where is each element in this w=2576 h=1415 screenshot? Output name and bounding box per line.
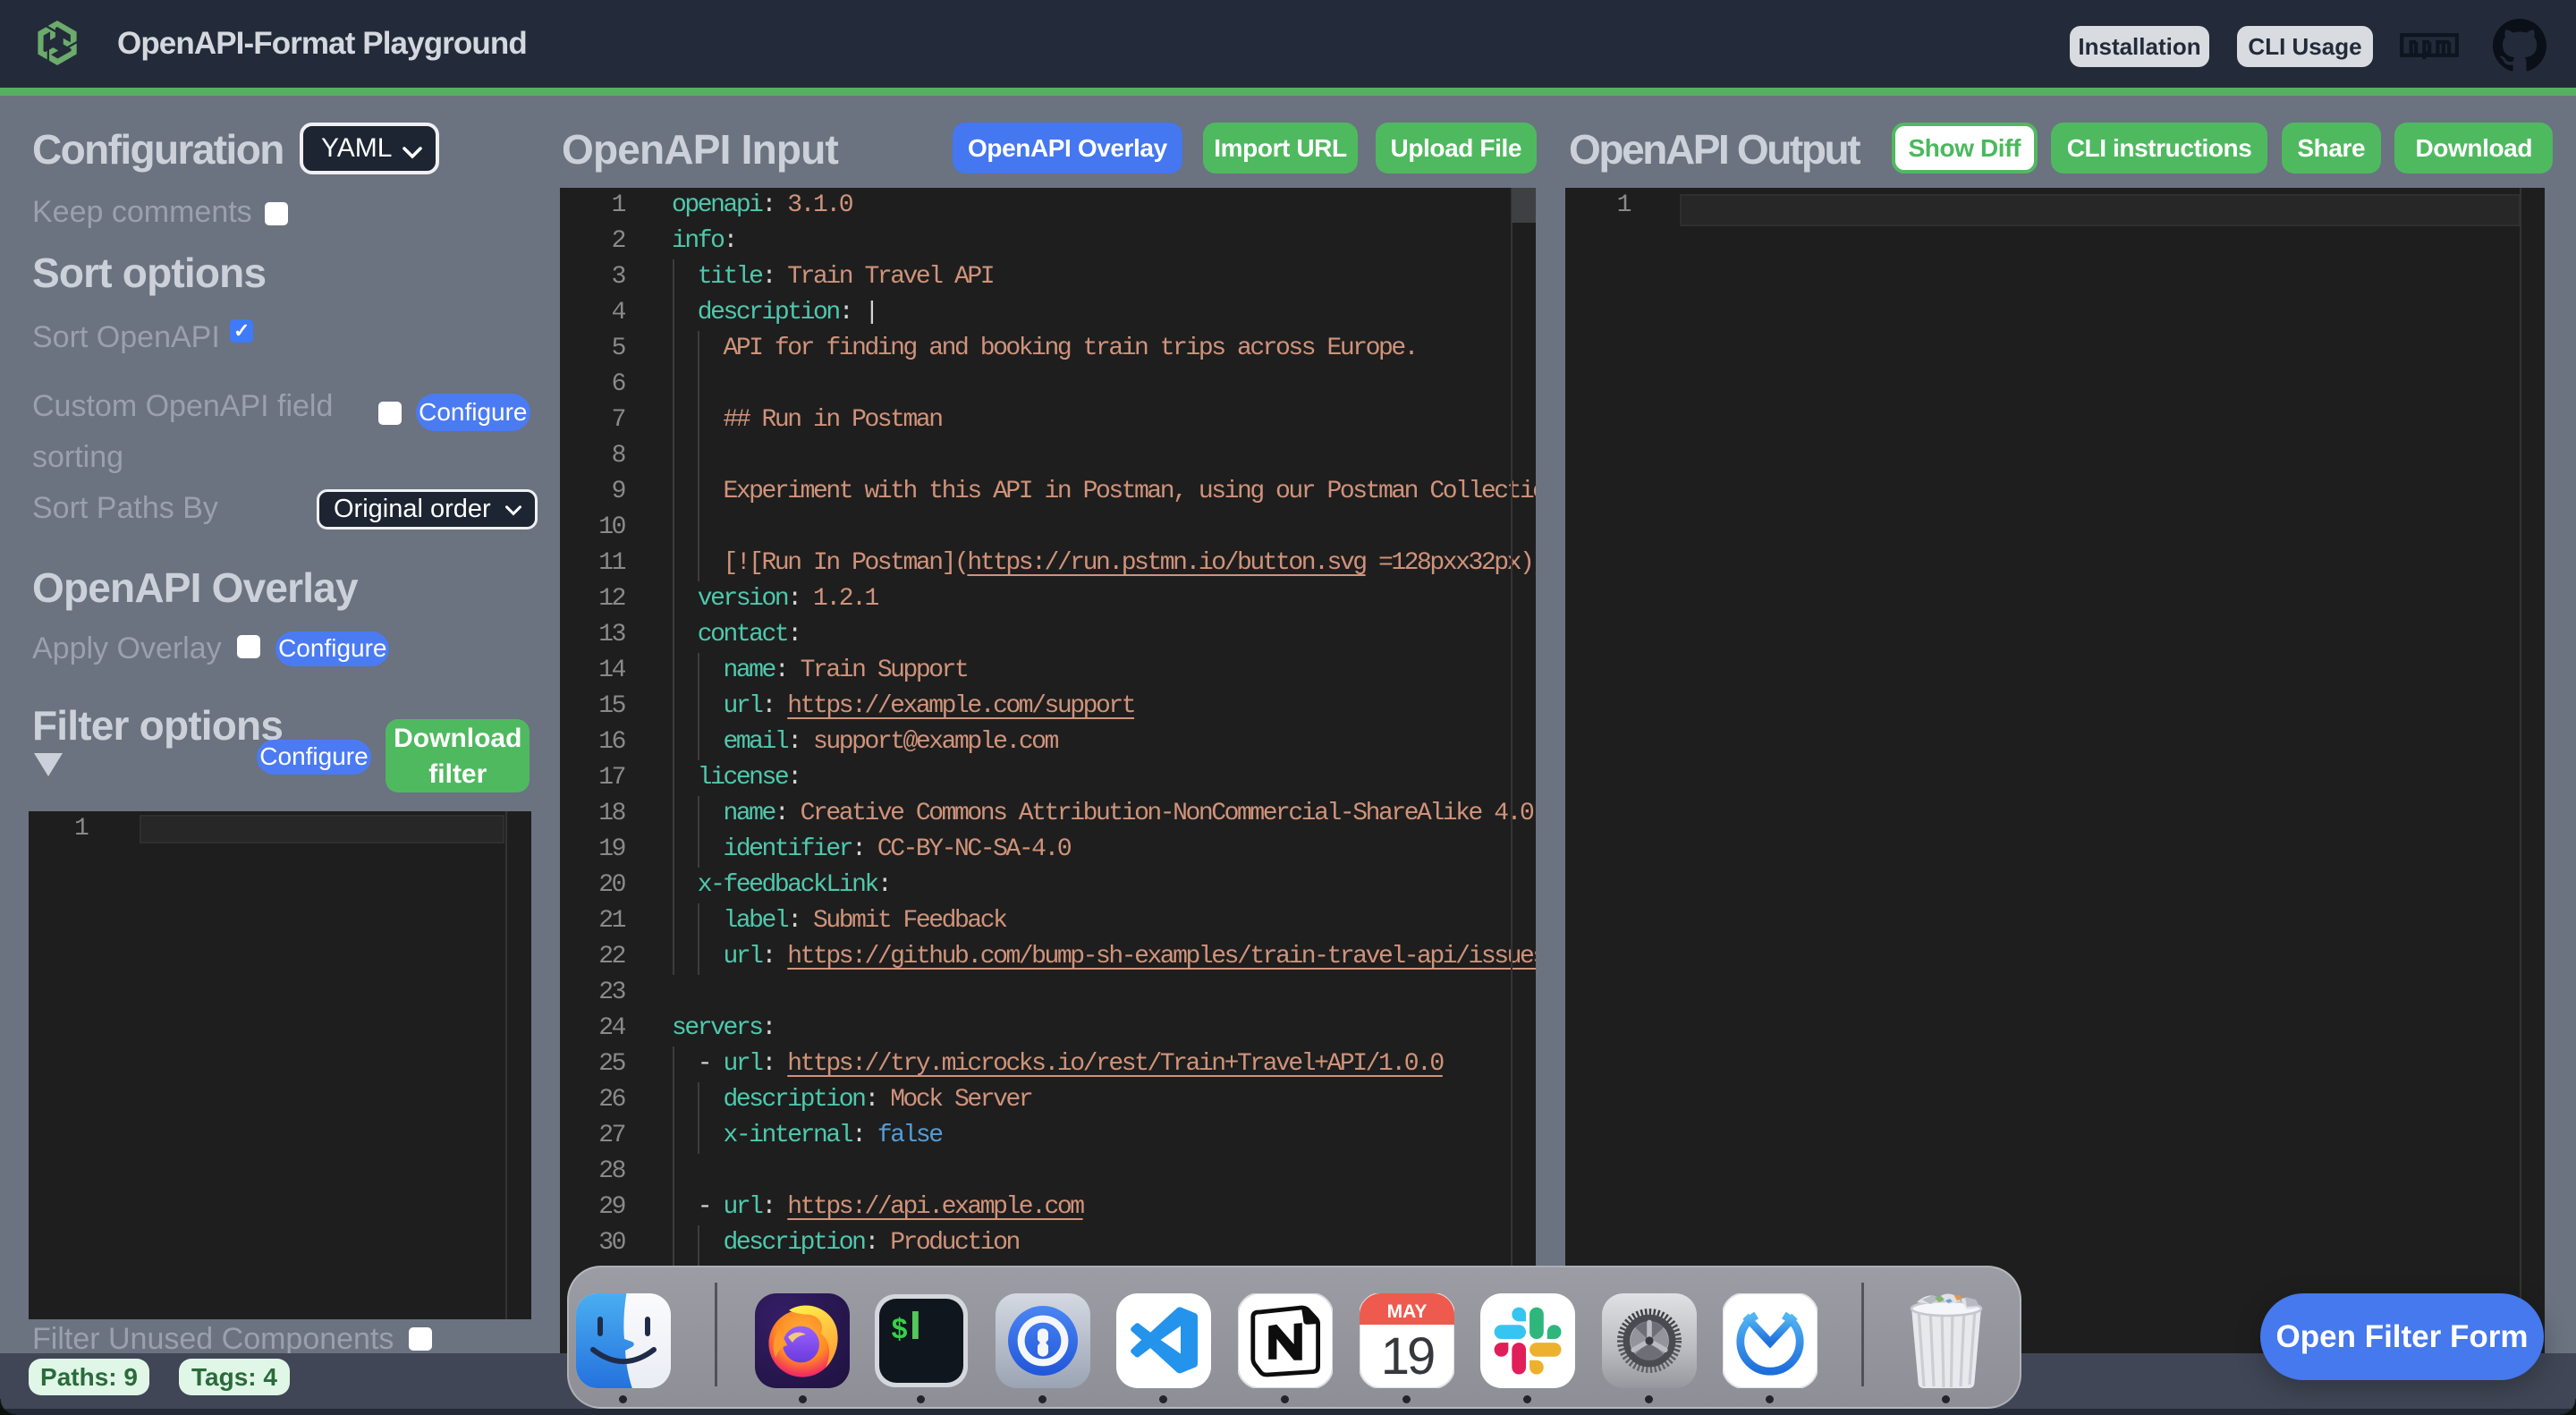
svg-text:$: $: [891, 1314, 908, 1347]
svg-text:19: 19: [1381, 1327, 1434, 1385]
svg-text:MAY: MAY: [1387, 1301, 1428, 1322]
